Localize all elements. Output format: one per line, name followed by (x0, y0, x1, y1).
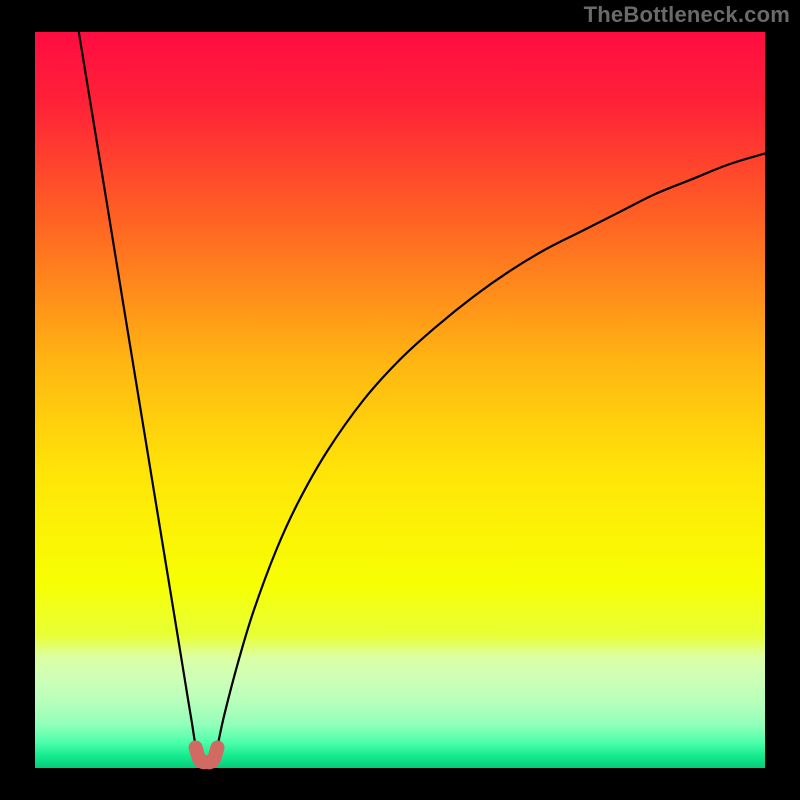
chart-frame: TheBottleneck.com (0, 0, 800, 800)
bottleneck-chart (0, 0, 800, 800)
plot-background (35, 32, 765, 768)
watermark-text: TheBottleneck.com (584, 2, 790, 28)
